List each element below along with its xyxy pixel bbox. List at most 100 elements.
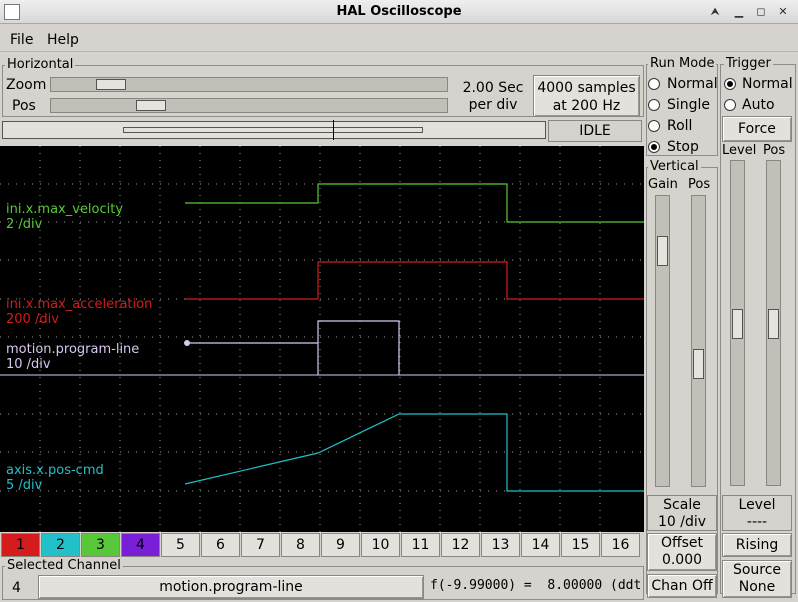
ch-label-max-velocity: ini.x.max_velocity 2 /div [6,202,123,232]
channel-button-11[interactable]: 11 [401,533,440,557]
selected-channel-label: Selected Channel [5,558,123,573]
trigger-text-auto: Auto [742,97,775,113]
trigger-marker [333,120,334,140]
run-mode-text-stop: Stop [667,139,699,155]
record-window [123,127,423,133]
offset-button[interactable]: Offset 0.000 [647,533,717,571]
value-readout: f(-9.99000) = 8.00000 (ddt [430,578,642,593]
trace-program-line-cursor [184,340,190,346]
force-button[interactable]: Force [722,116,792,142]
ch-name-max-acceleration: ini.x.max_acceleration [6,297,153,312]
ch-scale-pos-cmd: 5 /div [6,478,43,493]
trigger-level-caption: Level [738,497,776,513]
run-mode-radio-single[interactable] [648,99,660,111]
chan-off-button[interactable]: Chan Off [647,574,717,598]
record-position-bar[interactable] [2,120,546,140]
trigger-level-value: ---- [746,514,768,530]
run-mode-radio-stop[interactable] [648,141,660,153]
vertical-label: Vertical [648,159,701,174]
channel-button-2[interactable]: 2 [41,533,80,557]
pos-slider-thumb[interactable] [136,100,167,111]
selected-channel-name-button[interactable]: motion.program-line [38,575,424,599]
gain-slider[interactable] [655,195,670,487]
channel-button-4[interactable]: 4 [121,533,160,557]
ch-label-pos-cmd: axis.x.pos-cmd 5 /div [6,463,104,493]
zoom-slider[interactable] [50,77,448,92]
offset-value: 0.000 [661,552,703,568]
vertical-pos-label: Pos [688,177,711,192]
ch-name-max-velocity: ini.x.max_velocity [6,202,124,217]
ch-label-max-acceleration: ini.x.max_acceleration 200 /div [6,297,152,327]
run-mode-radio-normal[interactable] [648,78,660,90]
channel-button-13[interactable]: 13 [481,533,520,557]
vertical-pos-thumb[interactable] [693,349,704,379]
ch-scale-max-acceleration: 200 /div [6,312,59,327]
menu-file[interactable]: File [10,32,33,48]
menu-help[interactable]: Help [47,32,79,48]
scale-value: 10 /div [657,514,707,530]
run-mode-text-roll: Roll [667,118,693,134]
channel-button-10[interactable]: 10 [361,533,400,557]
channel-button-6[interactable]: 6 [201,533,240,557]
rising-button[interactable]: Rising [722,533,792,557]
trace-max-velocity [185,183,644,223]
rate-line2: per div [468,97,518,113]
channel-button-8[interactable]: 8 [281,533,320,557]
samples-button[interactable]: 4000 samples at 200 Hz [533,75,640,117]
window-title: HAL Oscilloscope [336,4,462,19]
horizontal-group-label: Horizontal [5,57,76,72]
trigger-level-label: Level [722,143,757,158]
trigger-level-thumb[interactable] [732,309,743,339]
trigger-level-slider[interactable] [730,160,745,486]
maximize-icon[interactable]: ◻ [752,3,770,21]
trigger-text-normal: Normal [742,76,793,92]
samples-line2: at 200 Hz [552,98,621,114]
pos-slider[interactable] [50,98,448,113]
scale-display: Scale 10 /div [647,495,717,531]
scope-display[interactable]: ini.x.max_velocity 2 /div ini.x.max_acce… [0,146,644,532]
gain-label: Gain [648,177,678,192]
channel-button-3[interactable]: 3 [81,533,120,557]
channel-button-7[interactable]: 7 [241,533,280,557]
zoom-label: Zoom [6,77,47,93]
vertical-pos-slider[interactable] [691,195,706,487]
trigger-label: Trigger [724,56,773,71]
channel-button-15[interactable]: 15 [561,533,600,557]
ch-name-program-line: motion.program-line [6,342,140,357]
rate-display: 2.00 Sec per div [458,80,528,114]
zoom-slider-thumb[interactable] [95,79,126,90]
ch-name-pos-cmd: axis.x.pos-cmd [6,463,104,478]
ch-scale-program-line: 10 /div [6,357,51,372]
source-button[interactable]: Source None [722,560,792,598]
trigger-radio-normal[interactable] [724,78,736,90]
trace-max-acceleration [185,261,644,300]
run-mode-radio-roll[interactable] [648,120,660,132]
channel-button-1[interactable]: 1 [1,533,40,557]
minimize-icon[interactable]: ▁ [730,3,748,21]
gain-thumb[interactable] [657,236,668,266]
trigger-level-display: Level ---- [722,495,792,531]
trigger-radio-auto[interactable] [724,99,736,111]
offset-label: Offset [660,535,704,551]
source-line2: None [738,579,776,595]
trace-program-line [187,320,400,375]
channel-button-5[interactable]: 5 [161,533,200,557]
ch-scale-max-velocity: 2 /div [6,217,43,232]
channel-button-9[interactable]: 9 [321,533,360,557]
pos-label: Pos [12,98,36,114]
close-icon[interactable]: ✕ [774,3,792,21]
samples-line1: 4000 samples [537,80,636,96]
run-mode-label: Run Mode [648,56,717,71]
window-up-icon[interactable]: ⮝ [706,3,724,21]
channel-button-16[interactable]: 16 [601,533,640,557]
run-mode-text-normal: Normal [667,76,718,92]
trigger-pos-slider[interactable] [766,160,781,486]
channel-button-14[interactable]: 14 [521,533,560,557]
ch-label-program-line: motion.program-line 10 /div [6,342,139,372]
scale-label: Scale [663,497,701,513]
menu-bar: File Help [0,28,798,52]
channel-button-12[interactable]: 12 [441,533,480,557]
run-mode-text-single: Single [667,97,711,113]
rate-line1: 2.00 Sec [462,80,524,96]
trigger-pos-thumb[interactable] [768,309,779,339]
